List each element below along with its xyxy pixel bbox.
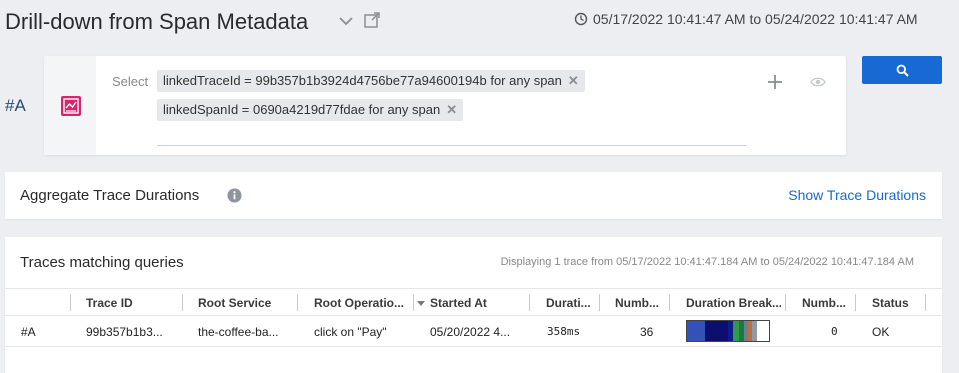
column-header-duration-breakdown[interactable]: Duration Break...: [686, 289, 781, 316]
column-header-root-operation[interactable]: Root Operatio...: [314, 289, 409, 316]
column-header-trace-id[interactable]: Trace ID: [86, 289, 176, 316]
cell-number-of-spans: 36: [640, 325, 654, 339]
search-button[interactable]: [862, 56, 942, 84]
breakdown-segment[interactable]: [751, 321, 757, 341]
column-header-label: Started At: [430, 296, 487, 310]
column-divider[interactable]: [925, 294, 926, 311]
traces-panel: Traces matching queries Displaying 1 tra…: [5, 237, 942, 373]
column-divider[interactable]: [529, 294, 530, 311]
remove-filter-icon[interactable]: ✕: [568, 73, 579, 88]
column-header-duration[interactable]: Durati...: [546, 289, 596, 316]
filter-chip-linked-trace-id[interactable]: linkedTraceId = 99b357b1b3924d4756be77a9…: [157, 70, 585, 92]
column-divider[interactable]: [785, 294, 786, 311]
eye-icon[interactable]: [810, 75, 826, 89]
column-divider[interactable]: [182, 294, 183, 311]
page-header: Drill-down from Span Metadata 05/17/2022…: [0, 0, 959, 42]
breakdown-segment[interactable]: [687, 321, 706, 341]
time-range-picker[interactable]: 05/17/2022 10:41:47 AM to 05/24/2022 10:…: [574, 11, 918, 27]
column-divider[interactable]: [669, 294, 670, 311]
add-icon[interactable]: [766, 73, 784, 91]
column-divider[interactable]: [297, 294, 298, 311]
sort-desc-icon[interactable]: [417, 301, 425, 307]
column-divider[interactable]: [70, 294, 71, 311]
query-editor: Select linkedTraceId = 99b357b1b3924d475…: [44, 56, 846, 155]
query-input-line[interactable]: [157, 145, 747, 146]
column-divider[interactable]: [599, 294, 600, 311]
filter-chip-text: linkedSpanId = 0690a4219d77fdae for any …: [163, 102, 441, 117]
cell-root-operation: click on "Pay": [314, 325, 387, 339]
aggregate-trace-durations-panel: Aggregate Trace Durations Show Trace Dur…: [5, 172, 942, 219]
cell-status: OK: [872, 325, 890, 339]
table-row[interactable]: #A 99b357b1b3... the-coffee-ba... click …: [5, 316, 942, 347]
cell-root-service: the-coffee-ba...: [198, 325, 279, 339]
cell-number-of-errors: 0: [831, 325, 838, 338]
cell-trace-id[interactable]: 99b357b1b3...: [86, 325, 163, 339]
cell-duration: 358ms: [547, 325, 581, 338]
panel-title: Traces matching queries: [20, 254, 184, 271]
share-icon[interactable]: [363, 11, 381, 29]
clock-icon: [574, 12, 588, 26]
column-header-number-of-spans[interactable]: Numb...: [615, 289, 665, 316]
traces-summary: Displaying 1 trace from 05/17/2022 10:41…: [500, 256, 914, 268]
info-icon[interactable]: [227, 188, 242, 203]
duration-breakdown-bar[interactable]: [686, 320, 770, 342]
column-divider[interactable]: [413, 294, 414, 311]
filter-chip-text: linkedTraceId = 99b357b1b3924d4756be77a9…: [163, 73, 562, 88]
panel-title: Aggregate Trace Durations: [20, 187, 200, 204]
breakdown-segment[interactable]: [705, 321, 728, 341]
search-icon: [896, 64, 909, 77]
query-type-icon[interactable]: [61, 96, 81, 116]
column-divider[interactable]: [855, 294, 856, 311]
column-header-status[interactable]: Status: [872, 289, 922, 316]
column-header-root-service[interactable]: Root Service: [198, 289, 293, 316]
filter-chip-linked-span-id[interactable]: linkedSpanId = 0690a4219d77fdae for any …: [157, 99, 464, 121]
cell-started-at: 05/20/2022 4...: [430, 325, 511, 339]
column-header-query[interactable]: [20, 289, 70, 316]
show-trace-durations-link[interactable]: Show Trace Durations: [788, 187, 926, 203]
query-type-selector[interactable]: [44, 56, 96, 155]
table-header: Trace ID Root Service Root Operatio... S…: [5, 288, 942, 316]
time-range-text: 05/17/2022 10:41:47 AM to 05/24/2022 10:…: [593, 11, 918, 27]
chevron-down-icon[interactable]: [337, 12, 355, 30]
column-header-number-of-errors[interactable]: Numb...: [802, 289, 852, 316]
remove-filter-icon[interactable]: ✕: [446, 102, 457, 117]
query-label: #A: [5, 96, 26, 115]
cell-query: #A: [21, 325, 36, 339]
page-title: Drill-down from Span Metadata: [5, 9, 309, 34]
column-header-started-at[interactable]: Started At: [417, 289, 527, 316]
select-label: Select: [112, 74, 149, 89]
